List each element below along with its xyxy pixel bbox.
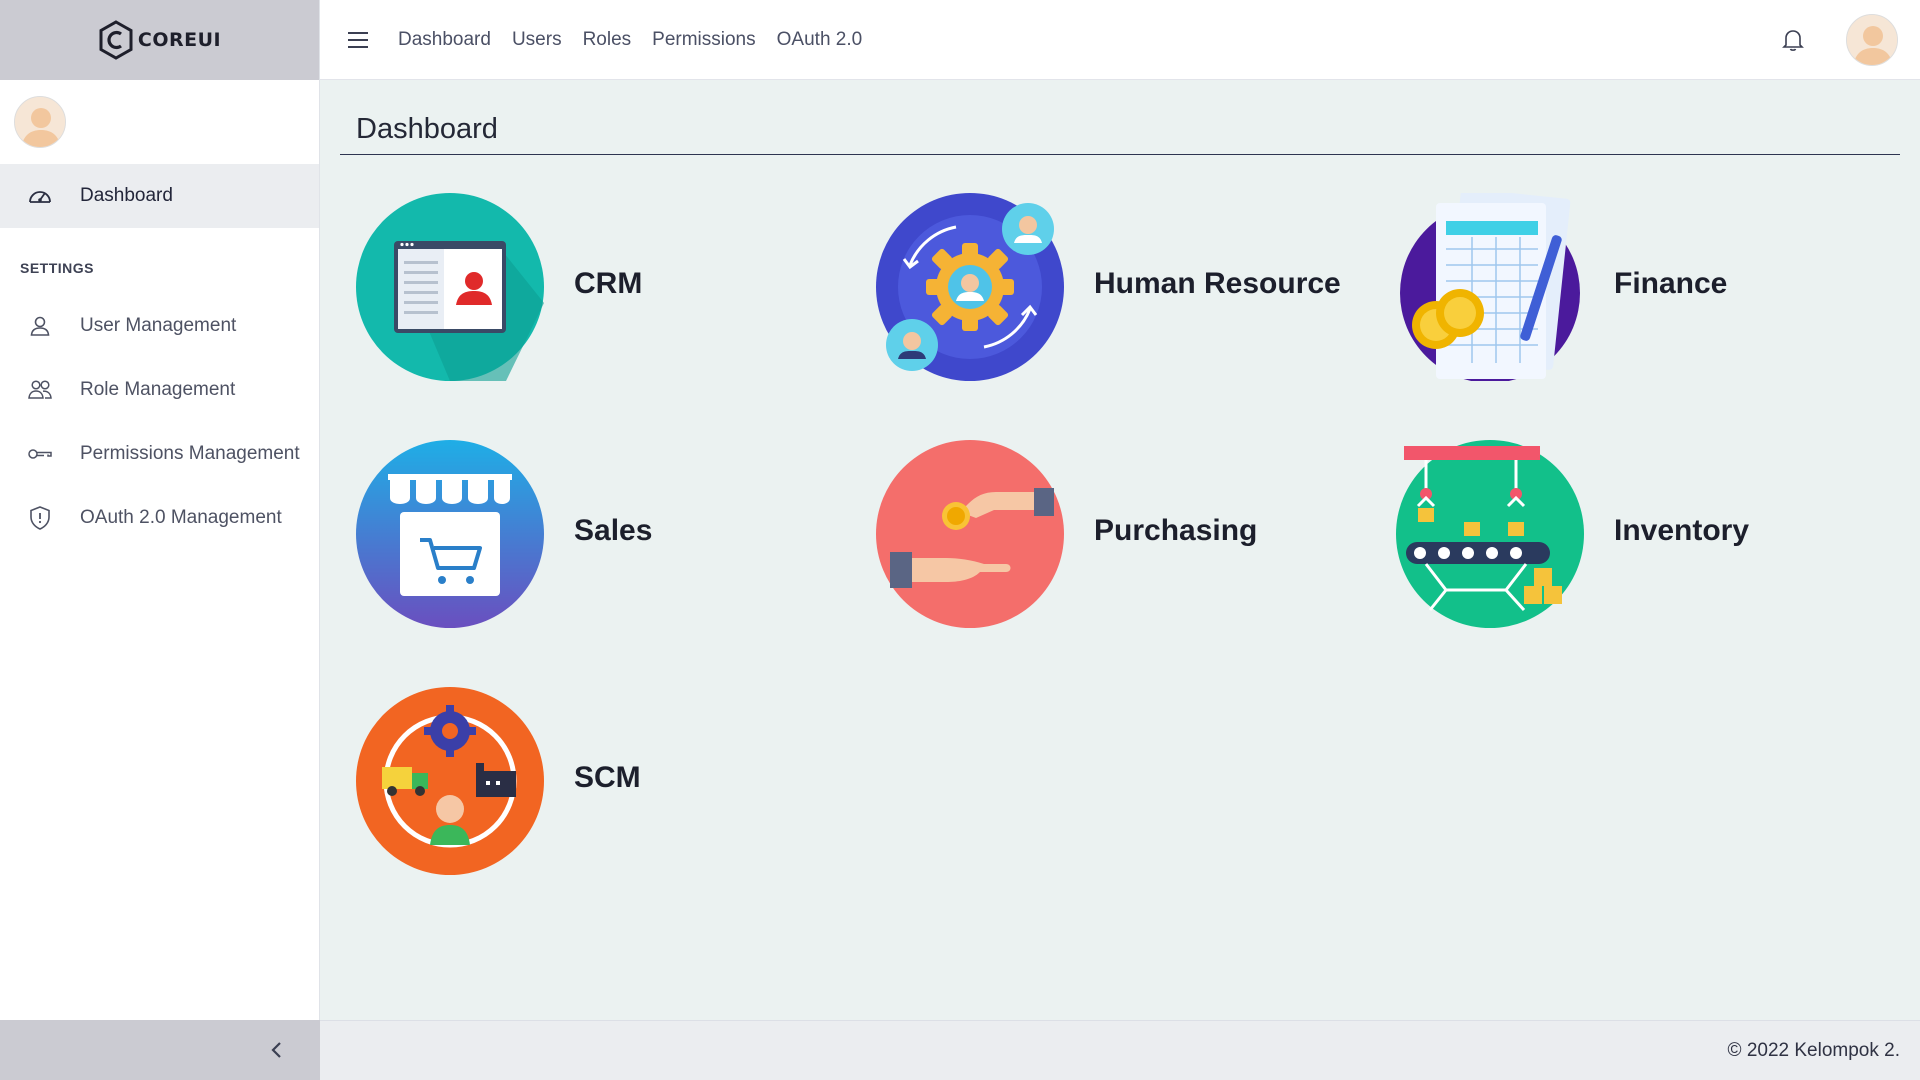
sidebar-item-label: Permissions Management [80,443,300,464]
header-nav: Dashboard Users Roles Permissions OAuth … [398,29,883,51]
scm-icon [356,687,544,875]
header-right [1778,13,1898,66]
chevron-left-icon [271,1042,281,1058]
header-nav-users[interactable]: Users [512,29,562,51]
sidebar-item-label: User Management [80,315,237,336]
coreui-logo-icon [99,20,133,60]
user-avatar-icon [15,97,65,147]
sidebar-item-user-management[interactable]: User Management [0,294,319,358]
sidebar-brand[interactable]: COREUI [0,0,319,80]
module-grid: CRM Human Resource Finance Sales Purchas… [340,193,1900,934]
module-scm[interactable]: SCM [356,687,876,934]
shield-icon [26,504,54,532]
module-inventory[interactable]: Inventory [1396,440,1900,687]
module-label: Sales [574,514,653,547]
sidebar: COREUI Dashboard SETTINGS User Managemen… [0,0,320,1080]
module-human-resource[interactable]: Human Resource [876,193,1396,440]
finance-icon [1400,193,1580,381]
menu-icon[interactable] [348,31,368,48]
module-purchasing[interactable]: Purchasing [876,440,1396,687]
inventory-icon [1396,440,1584,628]
brand-name: COREUI [137,29,222,51]
footer-copyright: © 2022 Kelompok 2. [1727,1039,1900,1061]
sidebar-item-permissions-management[interactable]: Permissions Management [0,422,319,486]
module-label: Human Resource [1094,267,1341,300]
bell-icon[interactable] [1778,25,1808,55]
header-avatar[interactable] [1846,13,1898,66]
sidebar-item-label: Dashboard [80,185,173,206]
user-avatar-icon [1847,14,1897,65]
module-label: CRM [574,267,643,300]
module-label: SCM [574,761,641,794]
header-nav-dashboard[interactable]: Dashboard [398,29,491,51]
sidebar-section-title: SETTINGS [20,260,95,276]
page-title: Dashboard [340,81,1900,155]
header-nav-roles[interactable]: Roles [583,29,632,51]
sidebar-item-label: Role Management [80,379,236,400]
sidebar-item-role-management[interactable]: Role Management [0,358,319,422]
crm-icon [356,193,544,381]
module-crm[interactable]: CRM [356,193,876,440]
human-resource-icon [876,193,1064,381]
module-label: Inventory [1614,514,1750,547]
module-finance[interactable]: Finance [1396,193,1900,440]
speedometer-icon [26,182,54,210]
sidebar-toggler[interactable] [0,1020,320,1080]
sales-store-icon [356,440,544,628]
key-icon [26,440,54,468]
header: Dashboard Users Roles Permissions OAuth … [320,0,1920,80]
sidebar-item-oauth-management[interactable]: OAuth 2.0 Management [0,486,319,550]
purchasing-icon [876,440,1064,628]
module-label: Purchasing [1094,514,1258,547]
sidebar-item-label: OAuth 2.0 Management [80,507,282,528]
main-content: Dashboard CRM Human Resource Finance Sal… [320,81,1920,1020]
sidebar-item-dashboard[interactable]: Dashboard [0,164,319,228]
header-nav-oauth[interactable]: OAuth 2.0 [777,29,863,51]
sidebar-avatar[interactable] [14,96,66,148]
sidebar-avatar-area [0,80,319,164]
brand-logo: COREUI [98,20,221,60]
header-nav-permissions[interactable]: Permissions [652,29,755,51]
people-icon [26,376,54,404]
user-icon [26,312,54,340]
module-label: Finance [1614,267,1728,300]
module-sales[interactable]: Sales [356,440,876,687]
footer: © 2022 Kelompok 2. [320,1020,1920,1080]
